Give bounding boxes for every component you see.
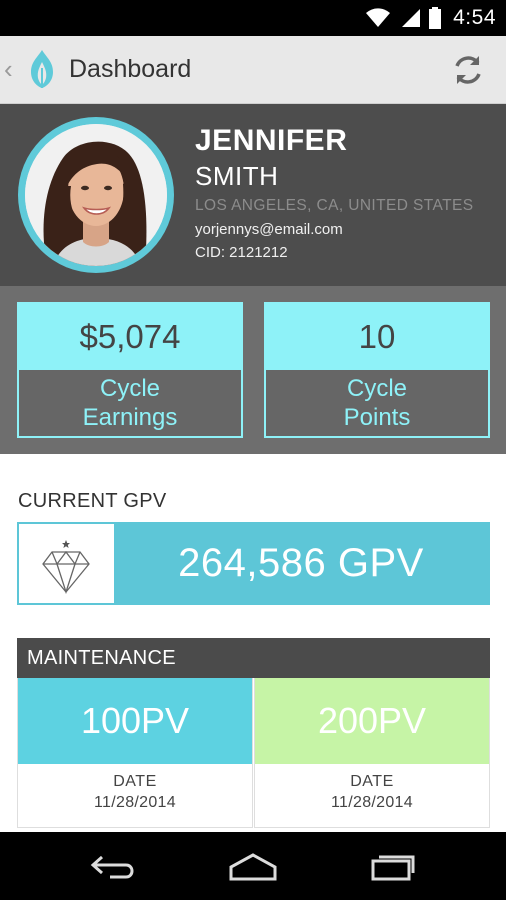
cycle-earnings-label-line1: Cycle [99,375,160,402]
maintenance-item[interactable]: 100PV DATE 11/28/2014 [17,678,253,828]
profile-header: JENNIFER SMITH LOS ANGELES, CA, UNITED S… [0,104,506,286]
back-chevron-icon[interactable]: ‹ [4,56,13,82]
nav-recents-button[interactable] [363,846,423,886]
diamond-icon [42,540,90,595]
maintenance-date: 11/28/2014 [94,794,176,811]
system-nav-bar [0,832,506,900]
cycle-points-label: Cycle Points [266,370,488,436]
page-title: Dashboard [69,55,192,83]
cycle-points-value: 10 [266,304,488,370]
maintenance-heading: MAINTENANCE [17,638,490,678]
cycle-earnings-label-line2: Earnings [82,404,178,431]
battery-icon [429,7,442,29]
status-bar: 4:54 [0,0,506,36]
cycle-earnings-label: Cycle Earnings [19,370,241,436]
nav-recents-icon [371,855,415,881]
maintenance-date-label: DATE [350,773,394,790]
status-time: 4:54 [453,6,496,29]
profile-location: LOS ANGELES, CA, UNITED STATES [195,197,474,214]
avatar[interactable] [25,124,167,266]
nav-home-button[interactable] [223,846,283,886]
nav-back-button[interactable] [83,846,143,886]
stats-band: $5,074 Cycle Earnings 10 Cycle Points [0,286,506,454]
cycle-earnings-value: $5,074 [19,304,241,370]
gpv-card[interactable]: 264,586 GPV [17,522,490,605]
status-icons: 4:54 [365,5,496,31]
profile-cid: CID: 2121212 [195,244,288,261]
nav-home-icon [229,853,277,881]
gpv-heading: CURRENT GPV [18,490,167,512]
cycle-points-label-line1: Cycle [346,375,407,402]
avatar-ring [18,117,174,273]
wifi-icon [366,8,391,27]
cycle-points-card[interactable]: 10 Cycle Points [264,302,490,438]
cell-signal-icon [402,9,421,27]
profile-first-name: JENNIFER [195,124,348,157]
gpv-value: 264,586 GPV [178,541,424,585]
profile-last-name: SMITH [195,161,279,191]
maintenance-value: 100PV [18,678,252,764]
cycle-points-label-line2: Points [343,404,411,431]
maintenance-value: 200PV [255,678,489,764]
action-bar: ‹ Dashboard [0,36,506,104]
maintenance-item[interactable]: 200PV DATE 11/28/2014 [254,678,490,828]
nav-back-icon [90,855,134,879]
gpv-icon-cell [19,524,114,603]
app-logo-icon[interactable] [27,48,57,90]
cycle-earnings-card[interactable]: $5,074 Cycle Earnings [17,302,243,438]
refresh-icon[interactable] [448,50,488,90]
maintenance-date-label: DATE [113,773,157,790]
maintenance-date: 11/28/2014 [331,794,413,811]
profile-email[interactable]: yorjennys@email.com [195,221,343,238]
avatar-portrait [25,124,167,266]
